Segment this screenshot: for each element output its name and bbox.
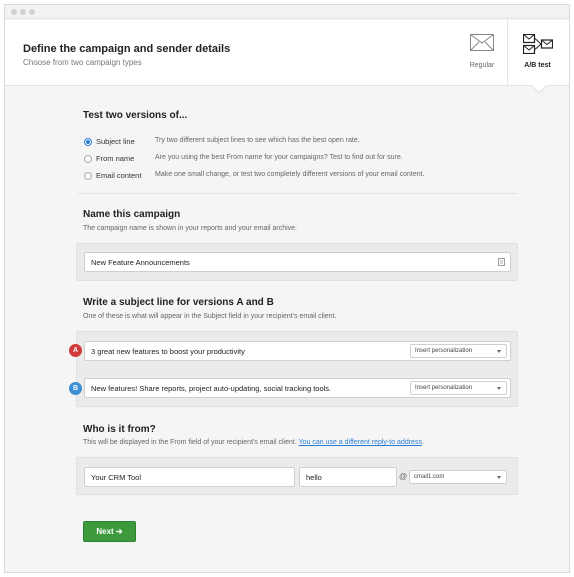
chevron-down-icon xyxy=(497,476,501,479)
option-email-content[interactable]: Email content Make one small change, or … xyxy=(83,170,503,182)
section-description: The campaign name is shown in your repor… xyxy=(83,225,297,232)
section-title-campaign-name: Name this campaign xyxy=(83,209,181,220)
option-label: Subject line xyxy=(96,137,135,146)
page-title: Define the campaign and sender details xyxy=(23,43,231,55)
campaign-name-well: New Feature Announcements xyxy=(76,243,518,281)
divider xyxy=(78,193,518,194)
version-a-badge: A xyxy=(69,344,82,357)
option-description: Make one small change, or test two compl… xyxy=(155,171,425,178)
select-label: cmail1.com xyxy=(414,474,445,480)
section-description: This will be displayed in the From field… xyxy=(83,439,424,446)
option-label: Email content xyxy=(96,171,142,180)
title-bar xyxy=(5,5,569,19)
campaign-name-input[interactable]: New Feature Announcements xyxy=(84,252,511,272)
sender-description: This will be displayed in the From field… xyxy=(83,439,297,446)
section-title-test-versions: Test two versions of... xyxy=(83,110,188,121)
option-description: Are you using the best From name for you… xyxy=(155,154,403,161)
option-subject-line[interactable]: Subject line Try two different subject l… xyxy=(83,136,503,148)
from-name-value: Your CRM Tool xyxy=(91,473,142,482)
window-dot-icon xyxy=(29,9,35,15)
next-button[interactable]: Next ➔ xyxy=(83,521,136,542)
radio-button[interactable] xyxy=(84,172,92,180)
select-label: Insert personalization xyxy=(415,385,473,391)
link-suffix: . xyxy=(421,439,424,446)
subject-lines-well: 3 great new features to boost your produ… xyxy=(76,331,518,407)
campaign-name-value: New Feature Announcements xyxy=(91,258,190,267)
email-domain-select[interactable]: cmail1.com xyxy=(409,470,507,484)
chevron-down-icon xyxy=(497,350,501,353)
subject-line-b-value: New features! Share reports, project aut… xyxy=(91,384,332,393)
radio-button[interactable] xyxy=(84,138,92,146)
select-label: Insert personalization xyxy=(415,348,473,354)
field-options-icon[interactable] xyxy=(498,258,505,266)
sender-well: Your CRM Tool hello @ cmail1.com xyxy=(76,457,518,495)
window-dot-icon xyxy=(11,9,17,15)
chevron-down-icon xyxy=(497,387,501,390)
option-label: From name xyxy=(96,154,135,163)
from-name-input[interactable]: Your CRM Tool xyxy=(84,467,295,487)
ab-test-icon xyxy=(522,34,553,54)
page-subtitle: Choose from two campaign types xyxy=(23,58,142,67)
option-description: Try two different subject lines to see w… xyxy=(155,137,360,144)
email-local-input[interactable]: hello xyxy=(299,467,397,487)
window-dot-icon xyxy=(20,9,26,15)
envelope-icon xyxy=(470,34,494,51)
section-title-subject-lines: Write a subject line for versions A and … xyxy=(83,297,274,308)
reply-to-link[interactable]: You can use a different reply-to address xyxy=(299,439,422,446)
radio-button[interactable] xyxy=(84,155,92,163)
selected-caret xyxy=(532,85,546,92)
campaign-type-regular[interactable]: Regular xyxy=(452,20,512,86)
section-title-sender: Who is it from? xyxy=(83,424,156,435)
page-header: Define the campaign and sender details C… xyxy=(5,20,569,86)
insert-personalization-select-a[interactable]: Insert personalization xyxy=(410,344,507,358)
version-b-badge: B xyxy=(69,382,82,395)
insert-personalization-select-b[interactable]: Insert personalization xyxy=(410,381,507,395)
campaign-type-label: A/B test xyxy=(524,62,551,69)
campaign-type-ab-test[interactable]: A/B test xyxy=(507,20,567,86)
campaign-type-label: Regular xyxy=(469,62,495,69)
subject-line-a-value: 3 great new features to boost your produ… xyxy=(91,347,245,356)
at-symbol: @ xyxy=(399,472,408,481)
email-local-value: hello xyxy=(306,473,322,482)
option-from-name[interactable]: From name Are you using the best From na… xyxy=(83,153,503,165)
section-description: One of these is what will appear in the … xyxy=(83,313,337,320)
